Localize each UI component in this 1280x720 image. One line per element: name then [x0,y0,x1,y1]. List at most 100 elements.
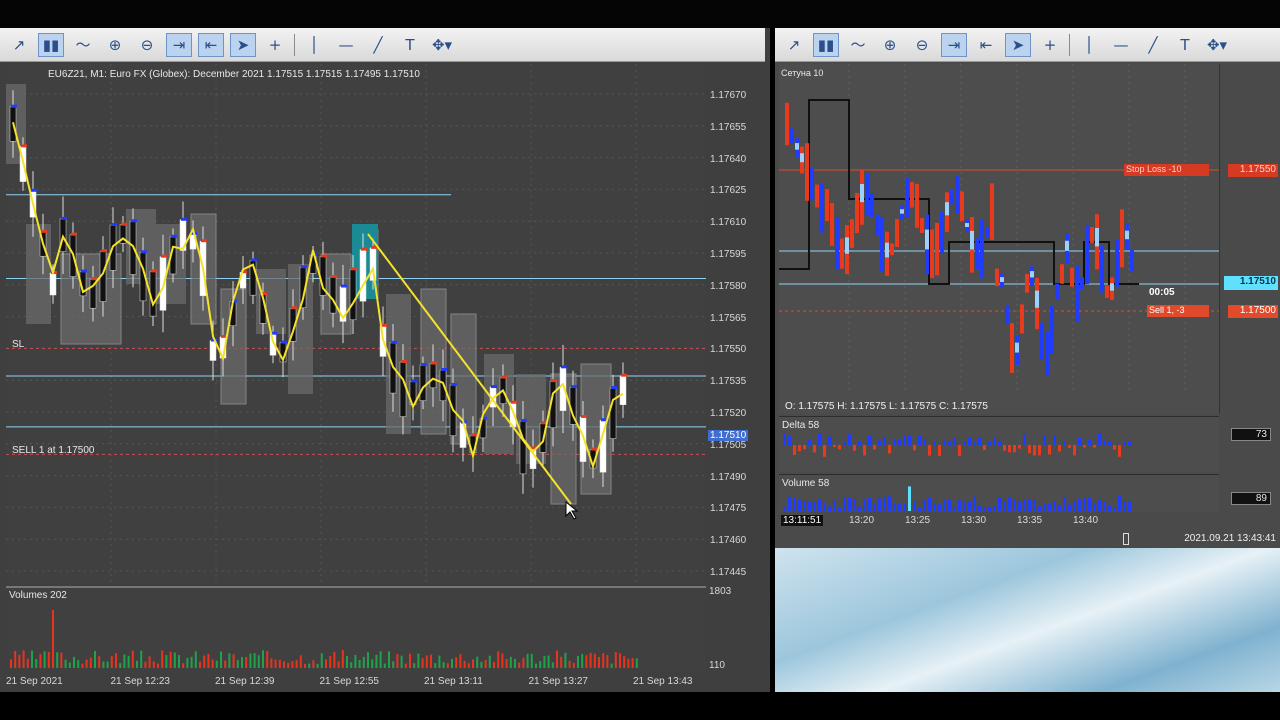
left-price-axis[interactable]: 1.17670 1.17655 1.17640 1.17625 1.17610 1.175… [706,64,766,584]
tick-bar [935,222,939,276]
volume-bar [47,651,50,668]
line-chart-icon[interactable]: 〜 [70,33,96,57]
tick-bar-highlight [860,184,864,203]
line-chart-icon[interactable]: 〜 [845,33,871,57]
vertical-line-icon[interactable]: │ [301,33,327,57]
volume-bar [497,651,500,668]
tick-bar [910,181,914,208]
volume-bar [551,662,554,668]
cursor-icon[interactable]: ➤ [230,32,256,57]
volume-bar [614,651,617,668]
tick-bar [1075,265,1079,322]
bar-timer: 00:05 [1149,287,1175,298]
left-chart-window: ↗ ▮▮ 〜 ⊕ ⊖ ⇥ ⇤ ➤ + │ — ╱ T ✥▾ EU6Z21, M1… [0,28,770,692]
candle-marker [571,385,577,389]
delta-bar [893,438,896,445]
candle-marker [71,232,77,236]
horizontal-line-icon[interactable]: — [333,33,359,57]
candle-marker [131,219,137,223]
horizontal-line-icon[interactable]: — [1108,33,1134,57]
volume-bar [509,656,512,668]
volume-bar [169,651,172,668]
delta-bar [898,439,901,445]
vertical-line-icon[interactable]: │ [1076,33,1102,57]
tick-bar [840,238,844,269]
crosshair-icon[interactable]: + [262,33,288,57]
volume-bar [22,650,25,668]
volume-bar [1088,497,1091,511]
price-axis-label: 1.17565 [710,312,747,324]
tick-bar [830,203,834,246]
left-price-chart[interactable]: EU6Z21, M1: Euro FX (Globex): December 2… [6,64,706,584]
trendline-icon[interactable]: ╱ [365,33,391,57]
delta-bar [1038,445,1041,456]
volume-bar [467,663,470,668]
volume-bar [606,655,609,668]
candles-icon[interactable]: ▮▮ [813,32,839,57]
tick-bar-highlight [1065,240,1069,251]
price-axis-label: 1.17670 [710,90,747,101]
candles-icon[interactable]: ▮▮ [38,32,64,57]
right-price-axis[interactable]: 1.17550 1.17510 1.17500 [1219,64,1280,414]
right-chart-toolbar: ↗ ▮▮ 〜 ⊕ ⊖ ⇥ ⇤ ➤ + │ — ╱ T ✥▾ [775,28,1280,62]
autoscroll-icon[interactable]: ⇥ [166,32,192,57]
candle-body [519,420,527,475]
volume-bar [43,651,46,668]
right-price-chart[interactable]: Сетуна 10 Stop Loss -10 00:05 Sell 1, -3… [779,64,1219,414]
volume-axis-top: 1803 [709,586,732,597]
volume-bar [26,658,29,668]
volume-bar [803,501,806,511]
crosshair-icon[interactable]: + [1037,33,1063,57]
volume-bar [783,506,786,511]
tick-bar-highlight [925,229,929,250]
volume-bar [873,503,876,511]
candle-marker [31,188,37,192]
price-axis-label: 1.17580 [710,280,747,292]
volume-bar [953,506,956,511]
scroll-handle[interactable] [1123,533,1129,545]
volume-bar [417,653,420,668]
chart-shift-icon[interactable]: ⇤ [973,33,999,57]
volume-bar [199,661,201,668]
sell-order-tag[interactable]: Sell 1, -3 [1147,305,1209,317]
zoom-in-icon[interactable]: ⊕ [102,33,128,57]
arrow-tool-icon[interactable]: ↗ [781,33,807,57]
delta-bar [1118,445,1121,457]
autoscroll-icon[interactable]: ⇥ [941,32,967,57]
tick-bar-highlight [945,202,949,216]
delta-bar [1123,442,1126,445]
bottom-black-bar [0,692,1280,720]
tick-bar [1115,239,1119,287]
cursor-icon[interactable]: ➤ [1005,32,1031,57]
volume-bar [325,659,327,668]
price-axis-label: 1.17610 [710,217,747,229]
shapes-dropdown-icon[interactable]: ✥▾ [1204,33,1230,57]
delta-bar [968,437,971,445]
left-time-axis: 21 Sep 2021 21 Sep 12:23 21 Sep 12:39 21 Se… [0,672,766,692]
text-tool-icon[interactable]: T [397,33,423,57]
text-tool-icon[interactable]: T [1172,33,1198,57]
volume-bar [173,652,176,668]
zoom-out-icon[interactable]: ⊖ [909,33,935,57]
zoom-out-icon[interactable]: ⊖ [134,33,160,57]
candle-marker [101,249,107,253]
stop-loss-tag[interactable]: Stop Loss -10 [1124,164,1209,176]
tick-bar [1100,245,1104,293]
volume-bar [18,654,21,668]
zoom-in-icon[interactable]: ⊕ [877,33,903,57]
trendline-icon[interactable]: ╱ [1140,33,1166,57]
volume-bar [1103,501,1106,511]
chart-shift-icon[interactable]: ⇤ [198,32,224,57]
delta-bar [1018,445,1021,449]
shapes-dropdown-icon[interactable]: ✥▾ [429,33,455,57]
volume-bar [983,507,986,511]
candle-marker [301,265,307,269]
candle-marker [591,447,597,451]
volume-bar [451,658,453,668]
volume-bar [526,653,529,668]
volume-bar [813,501,816,511]
delta-bar [863,445,866,456]
arrow-tool-icon[interactable]: ↗ [6,33,32,57]
tick-bar [880,217,884,272]
tick-bar [1085,225,1089,285]
